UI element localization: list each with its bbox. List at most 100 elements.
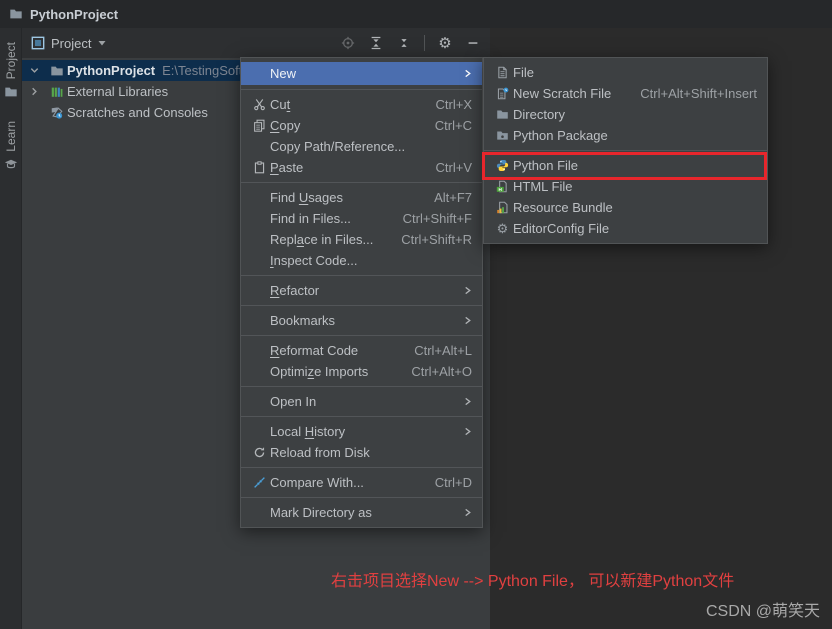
menu-item-new[interactable]: New	[241, 62, 482, 85]
menu-item-label: Find in Files...	[270, 211, 351, 226]
submenu-arrow-icon	[447, 69, 472, 78]
menu-item-shortcut: Alt+F7	[418, 190, 472, 205]
file-icon	[492, 66, 513, 79]
menu-item-resource-bundle[interactable]: Resource Bundle	[484, 197, 767, 218]
menu-item-python-package[interactable]: Python Package	[484, 125, 767, 146]
menu-item-mark-directory-as[interactable]: Mark Directory as	[241, 502, 482, 523]
menu-item-label: Reload from Disk	[270, 445, 370, 460]
menu-separator	[241, 305, 482, 306]
window-titlebar: PythonProject	[0, 0, 832, 28]
project-panel-toolbar: ⚙	[336, 32, 485, 54]
tree-item-path: E:\TestingSoftw	[162, 63, 252, 78]
menu-item-label: Open In	[270, 394, 316, 409]
scratches-icon	[46, 106, 67, 120]
tool-stripe-tab-project[interactable]: Project	[4, 42, 18, 99]
menu-item-label: Compare With...	[270, 475, 364, 490]
menu-item-label: Bookmarks	[270, 313, 335, 328]
svg-text:H: H	[499, 187, 503, 192]
menu-separator	[241, 335, 482, 336]
menu-item-label: Python Package	[513, 128, 608, 143]
menu-item-editorconfig-file[interactable]: ⚙EditorConfig File	[484, 218, 767, 239]
menu-item-reload-from-disk[interactable]: Reload from Disk	[241, 442, 482, 463]
menu-separator	[241, 467, 482, 468]
menu-separator	[241, 275, 482, 276]
menu-item-compare-with[interactable]: Compare With...Ctrl+D	[241, 472, 482, 493]
folder-icon	[4, 85, 18, 99]
window-title: PythonProject	[30, 7, 118, 22]
chevron-down-icon[interactable]	[29, 65, 46, 76]
menu-item-refactor[interactable]: Refactor	[241, 280, 482, 301]
menu-item-open-in[interactable]: Open In	[241, 391, 482, 412]
cut-icon	[249, 98, 270, 111]
project-view-selector[interactable]: Project	[31, 36, 107, 51]
paste-icon	[249, 161, 270, 174]
menu-item-shortcut: Ctrl+Shift+R	[385, 232, 472, 247]
tool-window-stripe: Project Learn	[0, 28, 22, 629]
directory-icon	[492, 108, 513, 121]
annotation-text: 右击项目选择New --> Python File， 可以新建Python文件	[331, 567, 734, 591]
menu-item-replace-in-files[interactable]: Replace in Files... Ctrl+Shift+R	[241, 229, 482, 250]
menu-item-optimize-imports[interactable]: Optimize ImportsCtrl+Alt+O	[241, 361, 482, 382]
toolbar-button-hide[interactable]	[461, 32, 485, 54]
menu-item-label: Python File	[513, 158, 578, 173]
menu-item-paste[interactable]: PasteCtrl+V	[241, 157, 482, 178]
html-file-icon: H	[492, 180, 513, 193]
menu-item-find-in-files[interactable]: Find in Files...Ctrl+Shift+F	[241, 208, 482, 229]
menu-item-find-usages[interactable]: Find Usages Alt+F7	[241, 187, 482, 208]
folder-icon	[9, 7, 23, 21]
project-view-icon	[31, 36, 45, 50]
menu-item-label: Cut	[270, 97, 290, 112]
menu-item-shortcut: Ctrl+X	[420, 97, 472, 112]
menu-separator	[241, 182, 482, 183]
menu-item-label: Find Usages	[270, 190, 343, 205]
pycharm-window: PythonProject Project Learn Project ⚙ Py…	[0, 0, 832, 629]
python-file-icon	[492, 159, 513, 172]
view-selector-label: Project	[51, 36, 91, 51]
menu-separator	[241, 89, 482, 90]
menu-item-local-history[interactable]: Local History	[241, 421, 482, 442]
menu-item-copy-path-reference[interactable]: Copy Path/Reference...	[241, 136, 482, 157]
toolbar-button-collapse-all[interactable]	[392, 32, 416, 54]
new-submenu: FileNew Scratch FileCtrl+Alt+Shift+Inser…	[483, 57, 768, 244]
submenu-arrow-icon	[447, 427, 472, 436]
menu-item-bookmarks[interactable]: Bookmarks	[241, 310, 482, 331]
tree-item-label: PythonProject	[67, 63, 155, 78]
chevron-right-icon[interactable]	[29, 86, 46, 97]
scratch-file-icon	[492, 87, 513, 100]
toolbar-button-settings[interactable]: ⚙	[433, 32, 457, 54]
menu-item-copy[interactable]: Copy Ctrl+C	[241, 115, 482, 136]
menu-item-label: Mark Directory as	[270, 505, 372, 520]
menu-item-shortcut: Ctrl+C	[419, 118, 472, 133]
menu-item-label: Resource Bundle	[513, 200, 613, 215]
csdn-watermark: CSDN @萌笑天	[706, 597, 820, 621]
menu-item-file[interactable]: File	[484, 62, 767, 83]
submenu-arrow-icon	[447, 286, 472, 295]
menu-item-inspect-code[interactable]: Inspect Code...	[241, 250, 482, 271]
toolbar-button-locate[interactable]	[336, 32, 360, 54]
resource-bundle-icon	[492, 201, 513, 214]
tree-item-label: Scratches and Consoles	[67, 105, 208, 120]
tool-stripe-tab-learn[interactable]: Learn	[4, 121, 18, 172]
collapse-all-icon	[397, 36, 411, 50]
menu-separator	[241, 416, 482, 417]
menu-item-label: Optimize Imports	[270, 364, 368, 379]
menu-item-reformat-code[interactable]: Reformat CodeCtrl+Alt+L	[241, 340, 482, 361]
menu-item-cut[interactable]: Cut Ctrl+X	[241, 94, 482, 115]
menu-item-label: Copy	[270, 118, 300, 133]
menu-item-label: New	[270, 66, 296, 81]
menu-item-shortcut: Ctrl+V	[420, 160, 472, 175]
menu-item-label: Directory	[513, 107, 565, 122]
python-package-icon	[492, 129, 513, 142]
menu-item-python-file[interactable]: Python File	[484, 155, 767, 176]
project-panel-header: Project ⚙	[22, 28, 490, 58]
menu-item-new-scratch-file[interactable]: New Scratch FileCtrl+Alt+Shift+Insert	[484, 83, 767, 104]
menu-item-directory[interactable]: Directory	[484, 104, 767, 125]
submenu-arrow-icon	[447, 397, 472, 406]
toolbar-divider	[424, 35, 425, 51]
menu-item-label: Replace in Files...	[270, 232, 373, 247]
menu-item-html-file[interactable]: HHTML File	[484, 176, 767, 197]
menu-item-label: Local History	[270, 424, 345, 439]
settings-icon: ⚙	[438, 36, 451, 51]
editorconfig-icon: ⚙	[492, 222, 513, 235]
toolbar-button-expand-all[interactable]	[364, 32, 388, 54]
